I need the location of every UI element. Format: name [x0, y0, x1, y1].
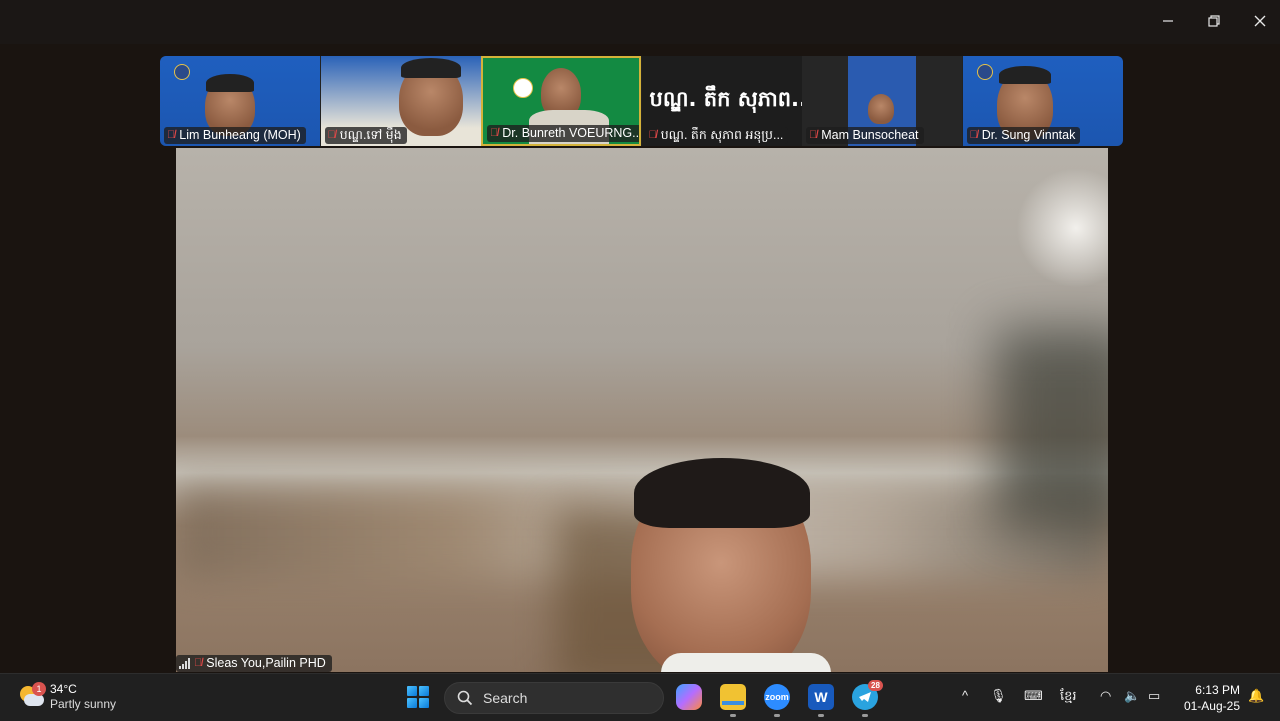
ministry-seal-icon [976, 64, 993, 80]
minimize-icon [1163, 20, 1173, 22]
zoom-icon[interactable]: zoom [764, 684, 790, 710]
main-speaker-name: Sleas You,Pailin PHD [206, 656, 326, 670]
search-label: Search [483, 690, 528, 706]
microphone-in-use-icon[interactable]: 🎙 [990, 688, 1007, 704]
keyboard-icon[interactable]: ⌨ [1024, 688, 1043, 704]
main-speaker-label: 🎙̸ Sleas You,Pailin PHD [176, 655, 332, 672]
weather-temperature: 34°C [50, 682, 77, 696]
participant-name: Dr. Sung Vinntak [981, 128, 1076, 142]
participant-avatar-text: បណ្ឌ. តឹក សុភាព... [649, 87, 802, 111]
system-clock[interactable]: 6:13 PM 01-Aug-25 [1178, 682, 1240, 714]
participant-tile-active-speaker[interactable]: 🎙̸ Dr. Bunreth VOEURNG... [481, 56, 641, 146]
minimize-button[interactable] [1145, 6, 1191, 36]
telegram-badge: 28 [868, 680, 883, 691]
participant-tile[interactable]: 🎙̸ បណ្ឌ.ទៅ ម៉ឹង [320, 56, 481, 146]
wifi-icon[interactable]: ◠ [1100, 688, 1111, 704]
clock-time: 6:13 PM [1195, 683, 1240, 697]
restore-icon [1208, 15, 1220, 27]
telegram-icon[interactable]: 28 [852, 680, 883, 710]
mic-muted-icon: 🎙̸ [194, 657, 203, 669]
word-icon[interactable]: W [808, 684, 834, 710]
mic-muted-icon: 🎙̸ [327, 129, 336, 141]
battery-icon[interactable]: ▭ [1148, 688, 1160, 704]
search-icon [457, 690, 473, 706]
start-button[interactable] [407, 686, 429, 708]
weather-widget[interactable]: 1 34°C Partly sunny [18, 682, 116, 712]
participant-strip: 🎙̸ Lim Bunheang (MOH) 🎙̸ បណ្ឌ.ទៅ ម៉ឹង 🎙̸ Dr… [160, 56, 1123, 146]
notification-badge: 1 [32, 682, 46, 696]
participant-tile[interactable]: 🎙̸ Mam Bunsocheat [802, 56, 962, 146]
ministry-seal-icon [513, 78, 533, 98]
participant-name: បណ្ឌ. តឹក សុភាព អនុប្រ... [660, 128, 784, 142]
main-speaker-video[interactable] [176, 148, 1108, 672]
show-hidden-icons-chevron-icon[interactable]: ^ [962, 688, 968, 703]
close-button[interactable] [1237, 6, 1280, 36]
participant-name: Lim Bunheang (MOH) [179, 128, 301, 142]
close-icon [1254, 15, 1266, 27]
clock-date: 01-Aug-25 [1183, 699, 1240, 713]
participant-name: បណ្ឌ.ទៅ ម៉ឹង [339, 128, 402, 142]
file-explorer-icon[interactable] [720, 684, 746, 710]
participant-tile[interactable]: 🎙̸ Lim Bunheang (MOH) [160, 56, 320, 146]
volume-icon[interactable]: 🔈 [1124, 688, 1140, 704]
partly-sunny-icon: 1 [18, 682, 46, 710]
connection-signal-icon [179, 658, 190, 669]
mic-muted-icon: 🎙̸ [648, 129, 657, 141]
window-titlebar [0, 0, 1280, 44]
taskbar-search[interactable]: Search [444, 682, 664, 714]
participant-tile[interactable]: បណ្ឌ. តឹក សុភាព... 🎙̸ បណ្ឌ. តឹក សុភាព អនុ… [641, 56, 802, 146]
mic-muted-icon: 🎙̸ [969, 129, 978, 141]
mic-muted-icon: 🎙̸ [809, 129, 818, 141]
mic-muted-icon: 🎙̸ [167, 129, 176, 141]
input-language-indicator[interactable]: ខ្មែរ [1060, 688, 1077, 707]
restore-button[interactable] [1191, 6, 1237, 36]
mic-muted-icon: 🎙̸ [490, 127, 499, 139]
participant-name: Mam Bunsocheat [821, 128, 919, 142]
ministry-seal-icon [174, 64, 190, 80]
copilot-icon[interactable] [676, 684, 702, 710]
participant-name: Dr. Bunreth VOEURNG... [502, 126, 641, 140]
participant-video [868, 94, 894, 124]
windows-taskbar: 1 34°C Partly sunny Search zoom W 28 ^ 🎙… [0, 673, 1280, 721]
notifications-bell-icon[interactable]: 🔔 [1248, 688, 1264, 704]
participant-tile[interactable]: 🎙̸ Dr. Sung Vinntak [962, 56, 1123, 146]
weather-description: Partly sunny [50, 697, 117, 711]
